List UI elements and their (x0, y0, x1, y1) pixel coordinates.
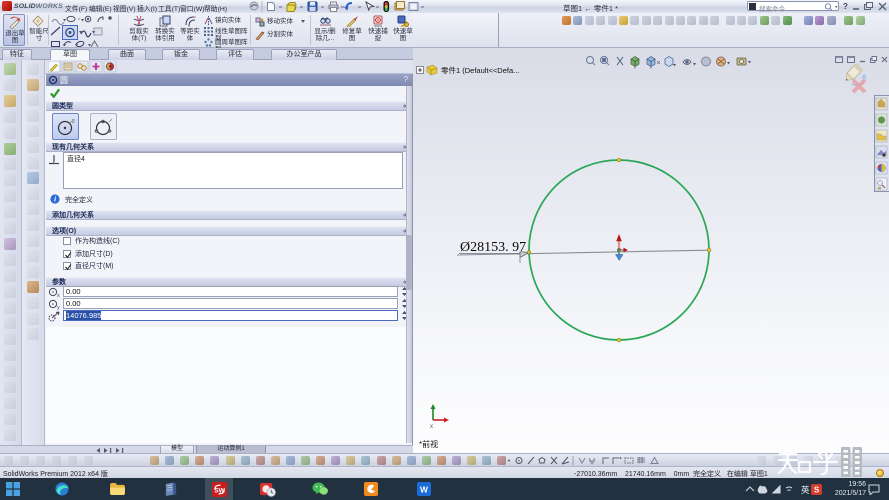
svg-text:S: S (814, 486, 820, 495)
svg-text:W: W (420, 484, 428, 494)
svg-text:英: 英 (801, 485, 810, 495)
svg-text:零件1 (Default<<Defa...: 零件1 (Default<<Defa... (441, 65, 519, 75)
svg-text:2: 2 (72, 119, 75, 125)
svg-text:x: x (430, 424, 433, 430)
svg-text:y: y (57, 305, 60, 310)
svg-text:*前视: *前视 (419, 439, 438, 449)
svg-text:x: x (57, 293, 60, 298)
svg-text:SW: SW (214, 487, 225, 494)
svg-text:Ø28153. 97: Ø28153. 97 (460, 240, 526, 255)
